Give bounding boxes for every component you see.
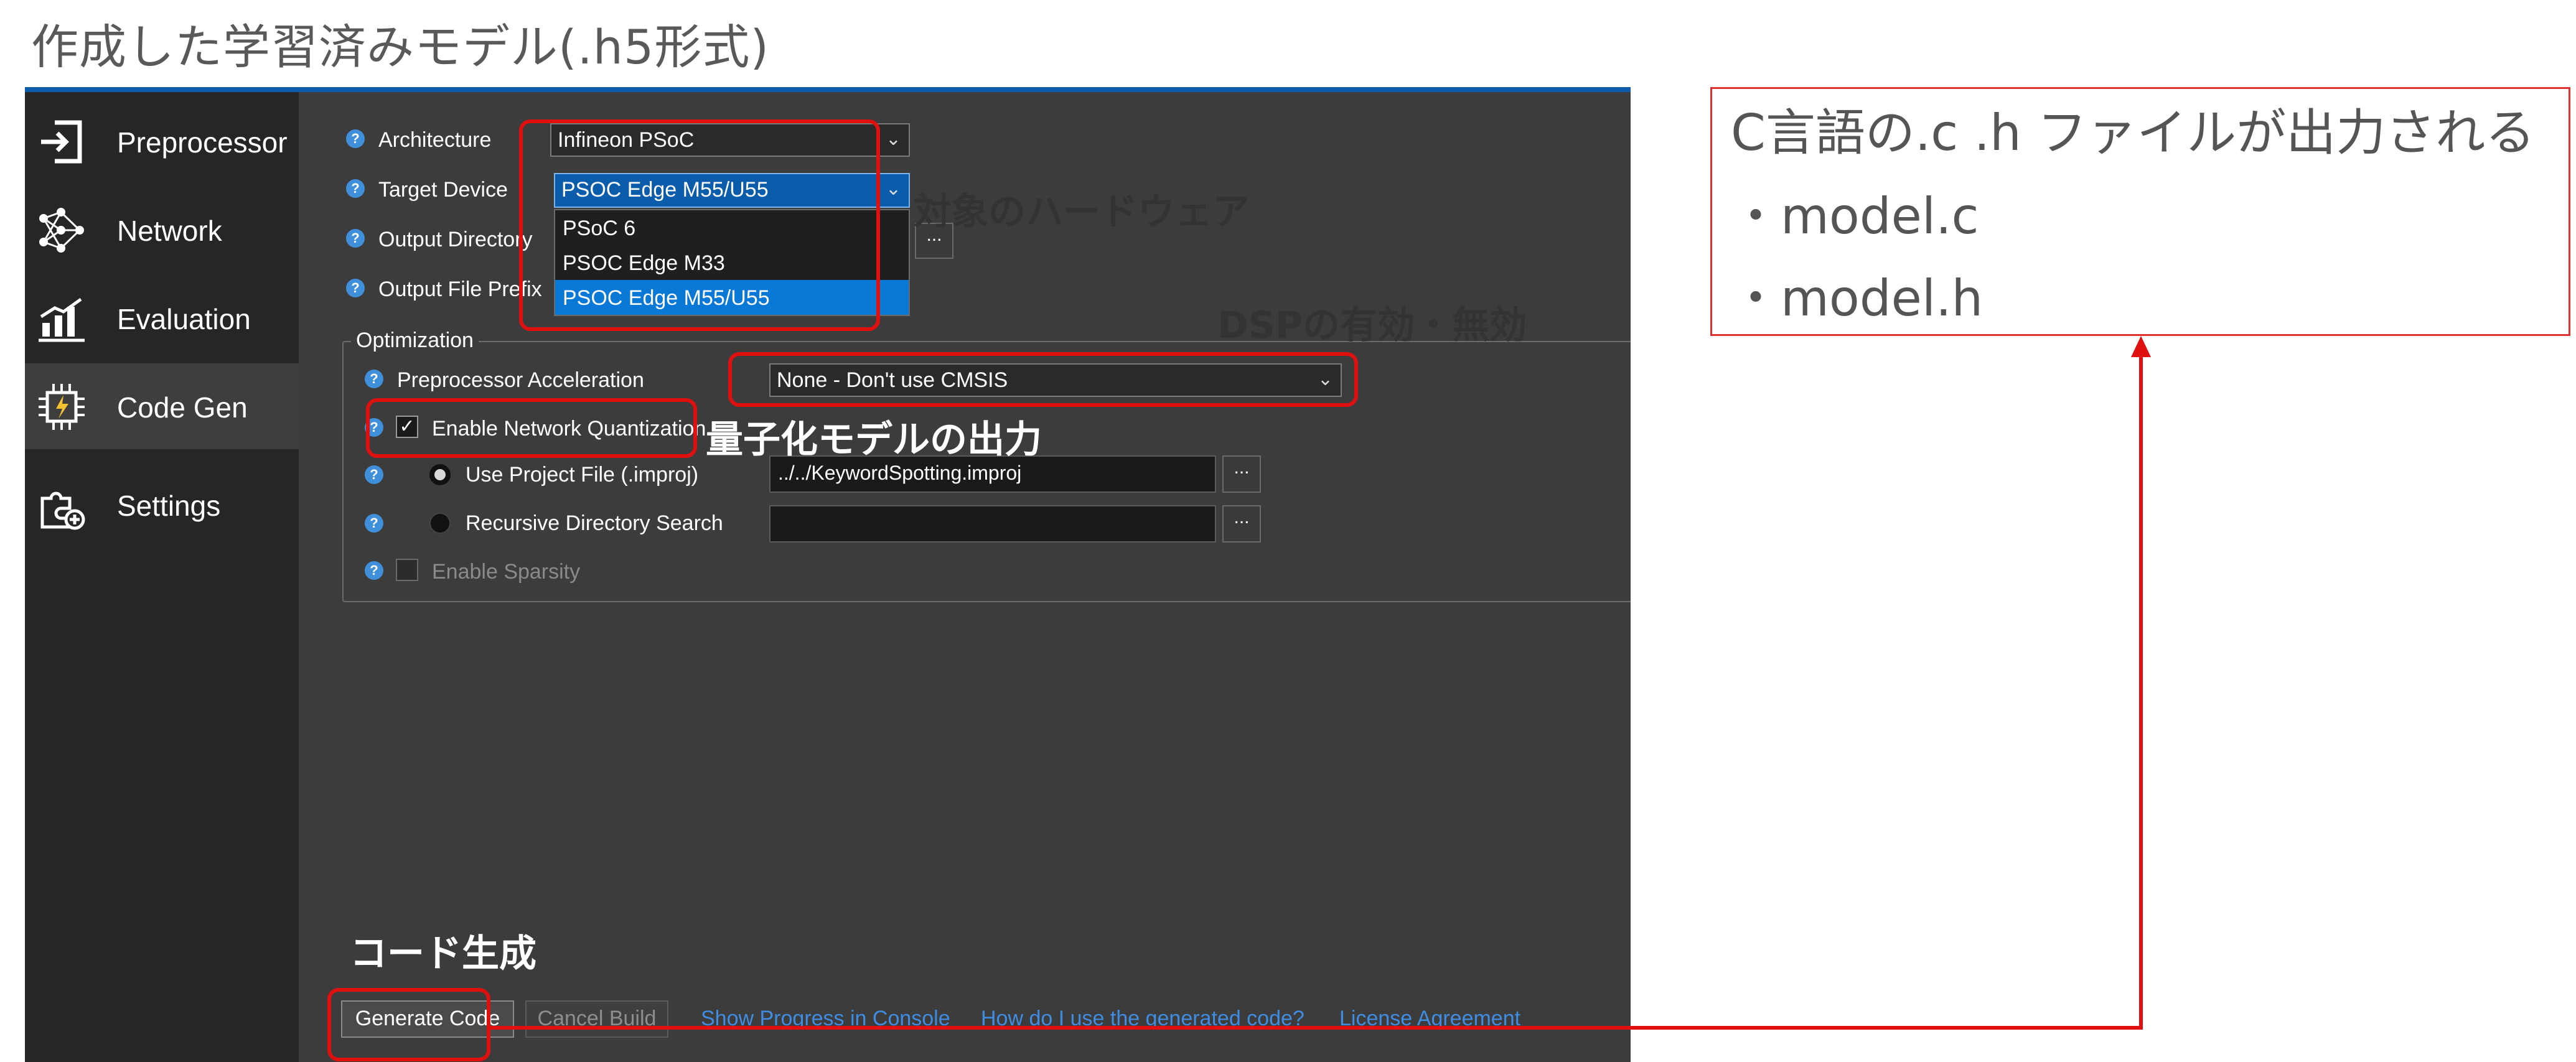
output-files-title: C言語の.c .h ファイルが出力される <box>1731 104 2536 162</box>
output-file-item: ・model.c <box>1731 187 1979 245</box>
output-files-box: C言語の.c .h ファイルが出力される ・model.c ・model.h <box>1710 87 2570 336</box>
output-file-item: ・model.h <box>1731 269 1984 327</box>
